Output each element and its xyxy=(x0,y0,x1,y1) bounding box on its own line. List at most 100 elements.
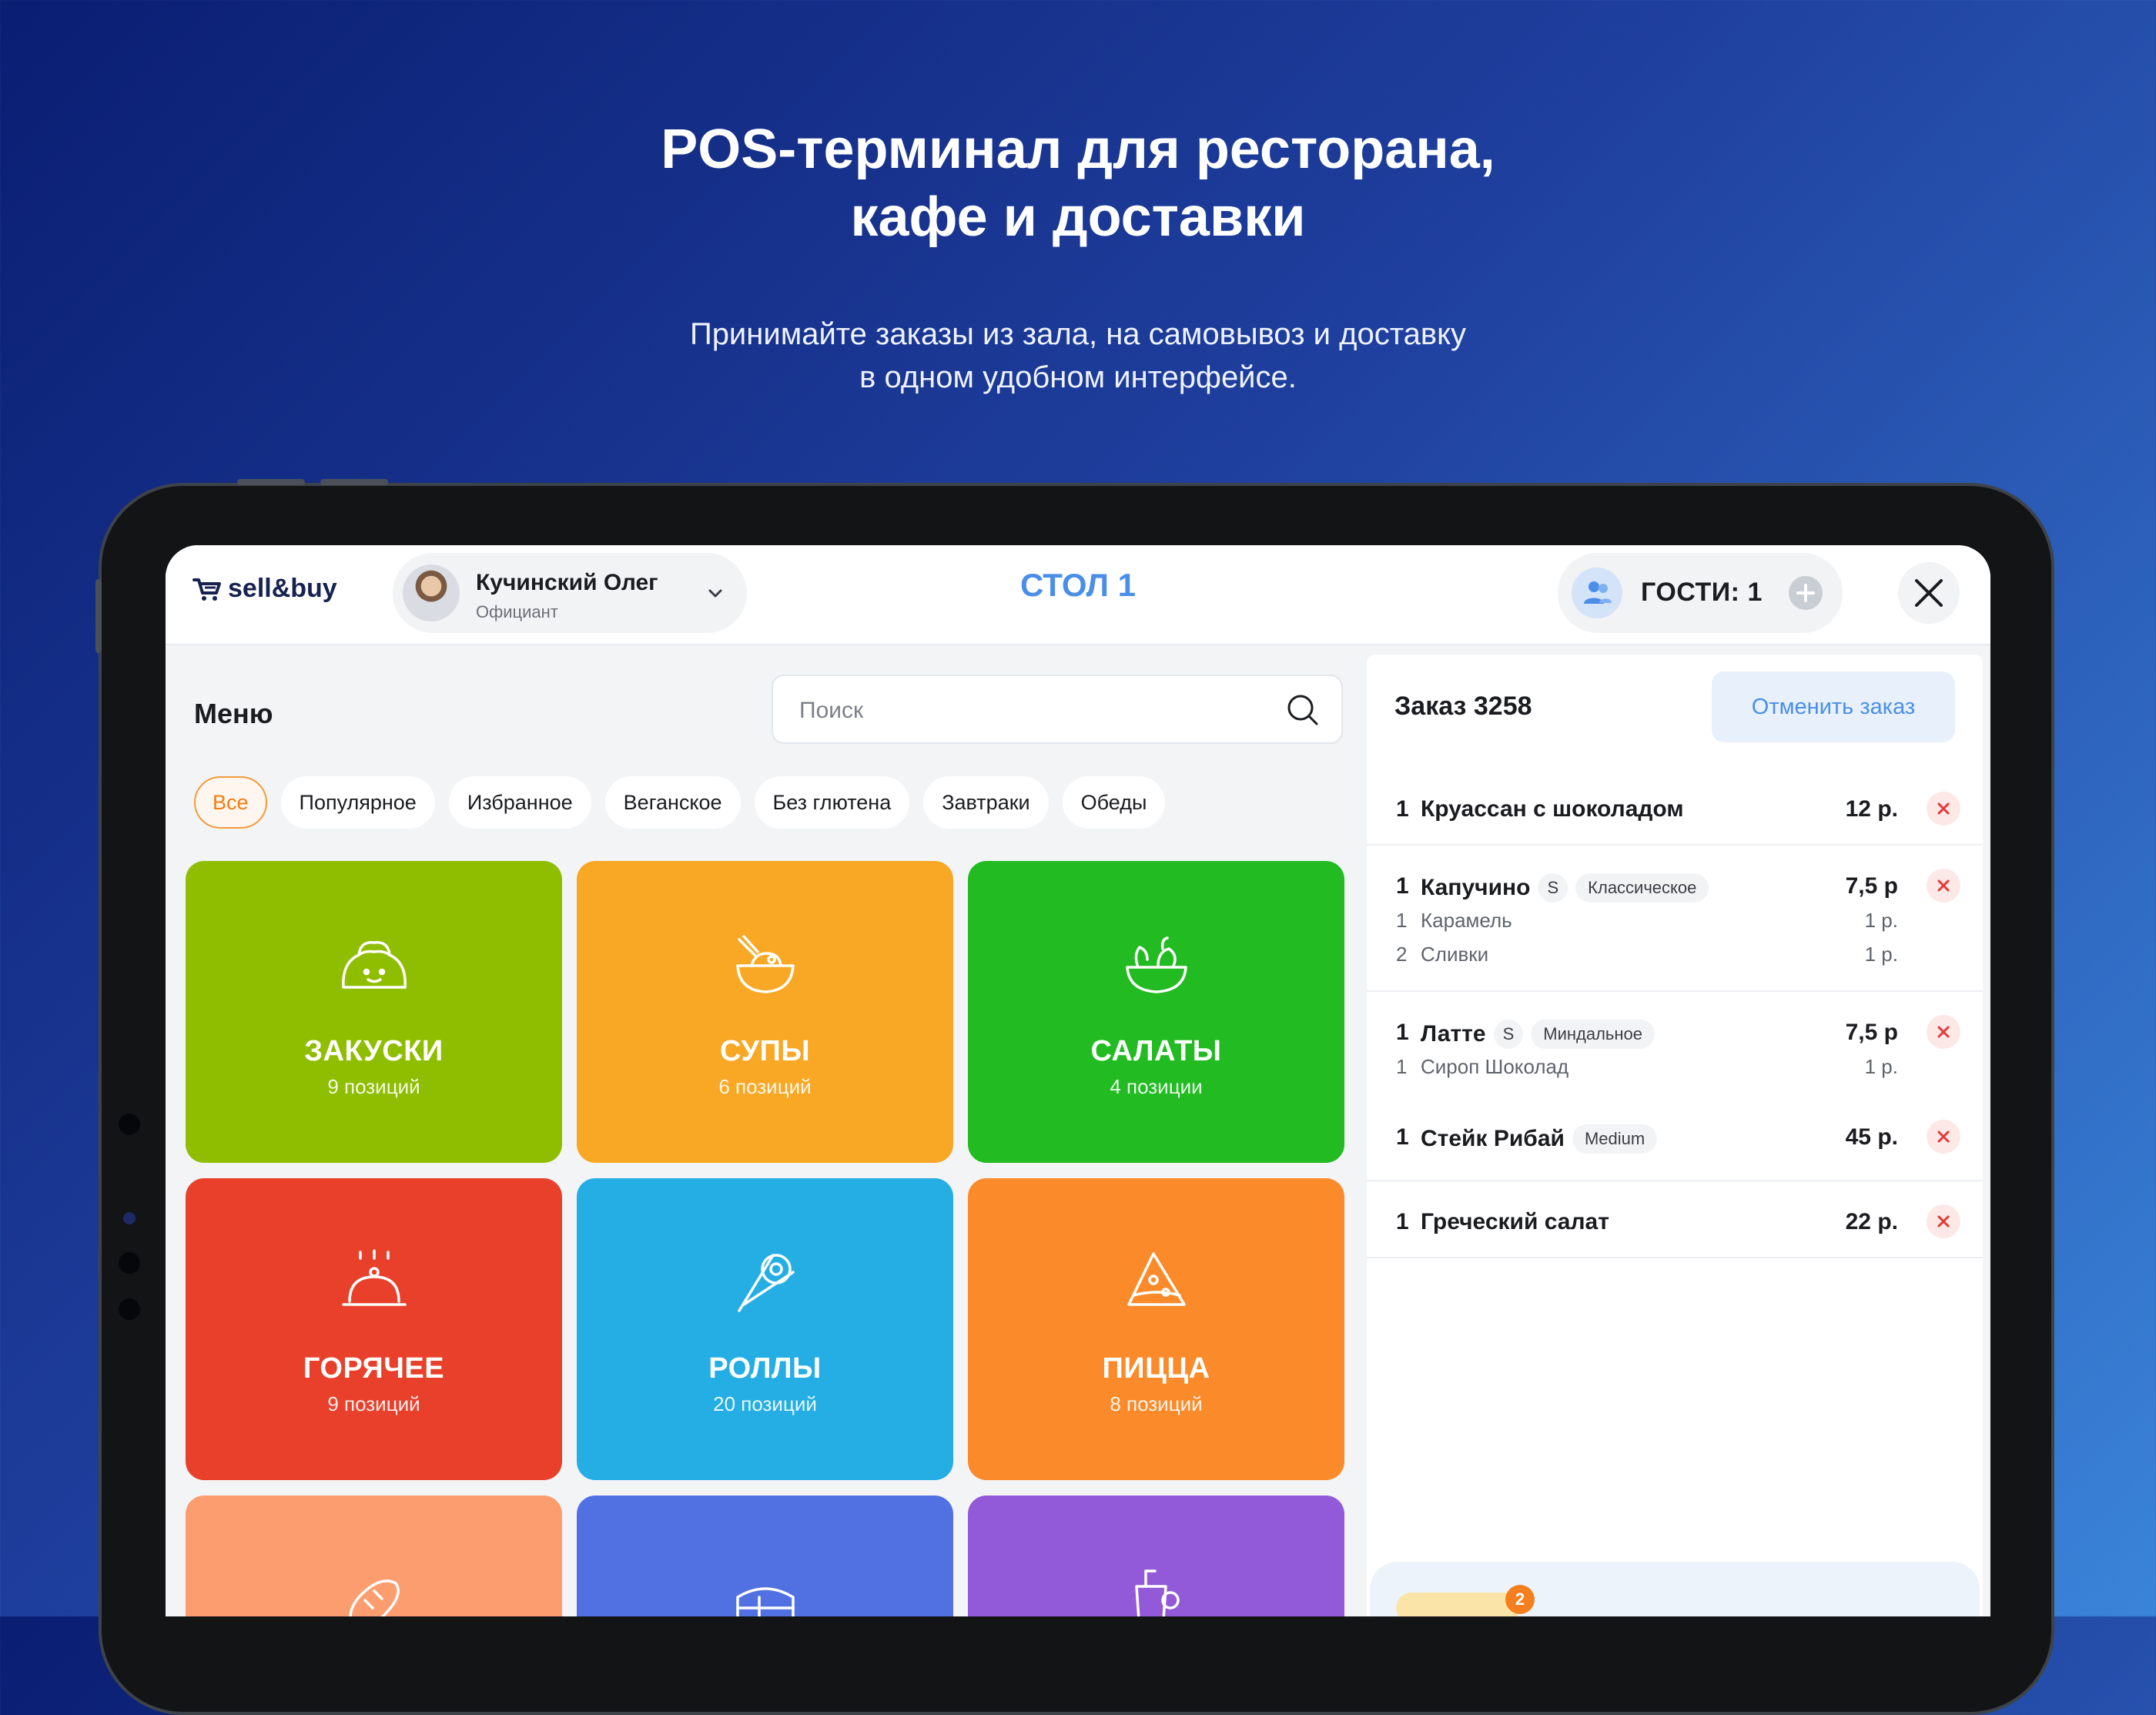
category-tile-rolls[interactable]: РОЛЛЫ 20 позиций xyxy=(577,1178,953,1480)
item-price: 45 р. xyxy=(1845,1124,1898,1150)
chip-popular[interactable]: Популярное xyxy=(280,776,435,829)
roll-icon xyxy=(577,1249,953,1314)
category-name: РОЛЛЫ xyxy=(708,1352,822,1385)
modifier-name: Сироп Шоколад xyxy=(1421,1055,1569,1078)
chip-gluten-free[interactable]: Без глютена xyxy=(754,776,910,829)
order-item[interactable]: 1 Греческий салат 22 р. xyxy=(1367,1181,1983,1258)
user-role: Официант xyxy=(476,602,558,621)
item-name: Круассан с шоколадом xyxy=(1421,796,1684,822)
close-icon xyxy=(1937,802,1950,815)
remove-item-button[interactable] xyxy=(1927,869,1960,903)
category-count: 9 позиций xyxy=(327,1075,420,1098)
guests-count: ГОСТИ: 1 xyxy=(1641,578,1763,607)
filter-chips: Все Популярное Избранное Веганское Без г… xyxy=(194,776,1166,829)
cloche-icon xyxy=(186,1249,562,1314)
user-name: Кучинский Олег xyxy=(476,570,658,595)
remove-item-button[interactable] xyxy=(1927,792,1960,826)
hero-subtitle-line-1: Принимайте заказы из зала, на самовывоз … xyxy=(689,317,1467,351)
chip-all[interactable]: Все xyxy=(194,776,267,829)
close-button[interactable] xyxy=(1898,562,1960,624)
logo[interactable]: sell&buy xyxy=(192,574,337,604)
chip-breakfast[interactable]: Завтраки xyxy=(923,776,1049,829)
item-price: 7,5 р xyxy=(1845,1020,1898,1045)
category-count: 6 позиций xyxy=(718,1075,812,1098)
modifier-line: 2 Сливки 1 р. xyxy=(1367,936,1983,970)
modifier-price: 1 р. xyxy=(1864,909,1898,932)
category-tile-snacks[interactable]: ЗАКУСКИ 9 позиций xyxy=(186,861,562,1163)
category-tile-salads[interactable]: САЛАТЫ 4 позиции xyxy=(968,861,1344,1163)
category-tile-bakery[interactable] xyxy=(186,1496,562,1616)
tablet-camera xyxy=(123,1212,136,1224)
hero-title: POS-терминал для ресторана, кафе и доста… xyxy=(0,116,2156,251)
category-tile-soups[interactable]: СУПЫ 6 позиций xyxy=(577,861,953,1163)
modifier-line: 1 Карамель 1 р. xyxy=(1367,903,1983,936)
item-name-text: Латте xyxy=(1421,1021,1486,1047)
category-tile-desserts[interactable] xyxy=(577,1496,953,1616)
item-name: Латте S Миндальное xyxy=(1421,1020,1656,1049)
hero-subtitle: Принимайте заказы из зала, на самовывоз … xyxy=(0,313,2156,399)
item-qty: 1 xyxy=(1396,1020,1409,1045)
category-name: СУПЫ xyxy=(719,1035,811,1067)
user-selector[interactable]: Кучинский Олег Официант xyxy=(393,553,747,633)
guests-control: ГОСТИ: 1 xyxy=(1558,553,1843,633)
modifier-qty: 1 xyxy=(1396,909,1408,932)
search-input[interactable] xyxy=(798,693,1263,729)
item-name-text: Капучино xyxy=(1421,875,1531,900)
item-name: Капучино S Классическое xyxy=(1421,873,1709,903)
modifier-qty: 2 xyxy=(1396,943,1408,966)
logo-text: sell&buy xyxy=(228,574,337,603)
add-guest-button[interactable] xyxy=(1789,576,1823,610)
chip-lunch[interactable]: Обеды xyxy=(1062,776,1166,829)
pos-screen: sell&buy Кучинский Олег Официант СТОЛ 1 … xyxy=(166,545,1990,1616)
avatar xyxy=(403,564,460,621)
top-bar: sell&buy Кучинский Олег Официант СТОЛ 1 … xyxy=(166,545,1990,645)
order-panel: Заказ 3258 Отменить заказ 1 Круассан с ш… xyxy=(1367,655,1983,1616)
option-tag: Миндальное xyxy=(1531,1020,1656,1049)
footer-tab[interactable] xyxy=(1396,1593,1519,1616)
cancel-order-button[interactable]: Отменить заказ xyxy=(1712,672,1955,742)
category-tile-drinks[interactable] xyxy=(968,1496,1344,1616)
category-count: 8 позиций xyxy=(1110,1392,1203,1415)
close-icon xyxy=(1915,579,1943,607)
order-item[interactable]: 1 Латте S Миндальное 7,5 р 1 Сироп Шокол… xyxy=(1367,992,1983,1181)
modifier-name: Сливки xyxy=(1421,943,1489,966)
cart-icon xyxy=(192,576,222,602)
item-price: 12 р. xyxy=(1845,796,1898,822)
hero-subtitle-line-2: в одном удобном интерфейсе. xyxy=(859,360,1297,394)
category-name: ЗАКУСКИ xyxy=(304,1035,444,1067)
size-tag: S xyxy=(1493,1020,1524,1049)
order-item[interactable]: 1 Капучино S Классическое 7,5 р 1 Караме… xyxy=(1367,846,1983,992)
count-badge: 2 xyxy=(1505,1585,1535,1614)
tablet-top-button xyxy=(320,479,388,485)
order-title: Заказ 3258 xyxy=(1394,692,1532,721)
modifier-line: 1 Сироп Шоколад 1 р. xyxy=(1367,1049,1983,1083)
cake-icon xyxy=(577,1566,953,1616)
modifier-price: 1 р. xyxy=(1864,943,1898,966)
chip-favorites[interactable]: Избранное xyxy=(448,776,591,829)
item-name-text: Греческий салат xyxy=(1421,1209,1609,1234)
order-item[interactable]: 1 Круассан с шоколадом 12 р. xyxy=(1367,769,1983,846)
chip-vegan[interactable]: Веганское xyxy=(604,776,741,829)
item-name: Греческий салат xyxy=(1421,1209,1609,1235)
salad-icon xyxy=(968,932,1344,997)
tablet-camera xyxy=(119,1252,140,1274)
category-count: 9 позиций xyxy=(327,1392,420,1415)
menu-title: Меню xyxy=(194,698,273,729)
item-price: 22 р. xyxy=(1845,1209,1898,1234)
item-qty: 1 xyxy=(1396,873,1409,899)
order-list: 1 Круассан с шоколадом 12 р. 1 Капучино … xyxy=(1367,769,1983,1258)
category-tile-pizza[interactable]: ПИЦЦА 8 позиций xyxy=(968,1178,1344,1480)
category-name: ПИЦЦА xyxy=(1102,1352,1210,1385)
search-icon[interactable] xyxy=(1284,692,1321,732)
category-tile-hot-dishes[interactable]: ГОРЯЧЕЕ 9 позиций xyxy=(186,1178,562,1480)
category-count: 20 позиций xyxy=(713,1392,817,1415)
guests-icon xyxy=(1572,568,1622,618)
tablet-camera xyxy=(119,1298,140,1320)
item-qty: 1 xyxy=(1396,1124,1409,1150)
remove-item-button[interactable] xyxy=(1927,1015,1960,1049)
close-icon xyxy=(1937,1215,1950,1228)
item-name: Стейк Рибай Medium xyxy=(1421,1124,1658,1154)
hero-title-line-1: POS-терминал для ресторана, xyxy=(661,119,1495,180)
remove-item-button[interactable] xyxy=(1927,1204,1960,1238)
remove-item-button[interactable] xyxy=(1927,1120,1960,1154)
